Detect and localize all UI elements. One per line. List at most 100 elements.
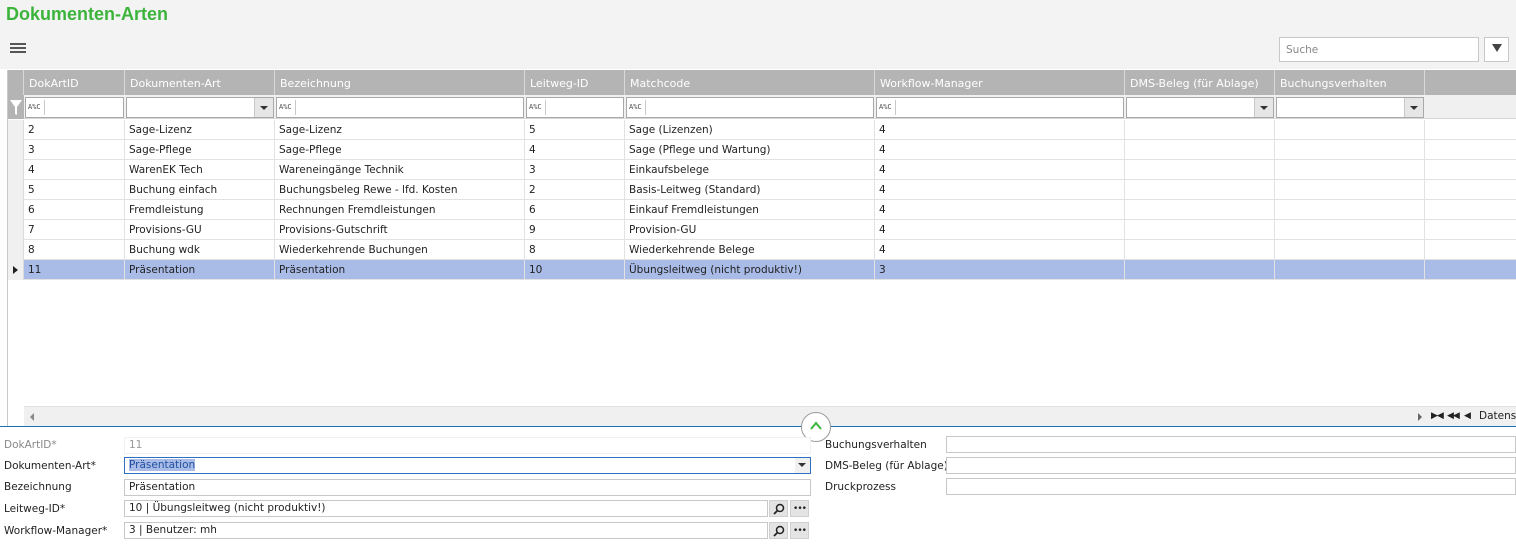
table-cell[interactable]: 4 bbox=[525, 140, 625, 160]
column-header-dokumenten-art[interactable]: Dokumenten-Art bbox=[125, 70, 275, 95]
table-cell[interactable]: Einkaufsbelege bbox=[625, 160, 875, 180]
column-header-dms-beleg[interactable]: DMS-Beleg (für Ablage) bbox=[1125, 70, 1275, 95]
filter-workflow-manager[interactable]: A%C bbox=[876, 97, 1124, 118]
leitweg-search-button[interactable] bbox=[769, 500, 788, 517]
form-field-workflow-manager[interactable]: 3 | Benutzer: mh bbox=[124, 522, 768, 539]
table-cell[interactable]: Wareneingänge Technik bbox=[275, 160, 525, 180]
table-cell[interactable]: Präsentation bbox=[125, 260, 275, 280]
table-cell[interactable]: 3 bbox=[24, 140, 125, 160]
table-cell[interactable]: 3 bbox=[875, 260, 1125, 280]
table-cell[interactable]: 2 bbox=[525, 180, 625, 200]
chevron-down-icon[interactable] bbox=[1254, 98, 1273, 117]
filter-operator-icon[interactable]: A%C bbox=[529, 103, 542, 111]
table-cell[interactable] bbox=[1425, 260, 1516, 280]
filter-bezeichnung[interactable]: A%C bbox=[276, 97, 524, 118]
chevron-down-icon[interactable] bbox=[254, 98, 273, 117]
table-cell[interactable]: Basis-Leitweg (Standard) bbox=[625, 180, 875, 200]
table-cell[interactable] bbox=[1275, 160, 1425, 180]
table-cell[interactable] bbox=[1275, 220, 1425, 240]
table-cell[interactable]: Einkauf Fremdleistungen bbox=[625, 200, 875, 220]
table-cell[interactable]: Buchung einfach bbox=[125, 180, 275, 200]
workflow-search-button[interactable] bbox=[769, 522, 788, 539]
table-cell[interactable]: 6 bbox=[24, 200, 125, 220]
table-row[interactable]: 5 Buchung einfach Buchungsbeleg Rewe - lfd… bbox=[8, 180, 1516, 200]
form-value-dokumenten-art[interactable]: Präsentation bbox=[129, 459, 196, 471]
table-cell[interactable]: 2 bbox=[24, 120, 125, 140]
table-cell[interactable]: 4 bbox=[875, 120, 1125, 140]
filter-operator-icon[interactable]: A%C bbox=[279, 103, 292, 111]
table-cell[interactable]: 5 bbox=[525, 120, 625, 140]
form-field-dokumenten-art[interactable]: Präsentation bbox=[124, 457, 811, 474]
table-cell[interactable] bbox=[1125, 180, 1275, 200]
form-field-dms-beleg[interactable] bbox=[946, 457, 1516, 474]
table-cell[interactable] bbox=[1125, 240, 1275, 260]
table-row[interactable]: 3 Sage-Pflege Sage-Pflege 4 Sage (Pflege und… bbox=[8, 140, 1516, 160]
table-cell[interactable] bbox=[1425, 160, 1516, 180]
table-cell[interactable] bbox=[1275, 140, 1425, 160]
table-cell[interactable] bbox=[1275, 260, 1425, 280]
table-cell[interactable]: Provisions-Gutschrift bbox=[275, 220, 525, 240]
table-cell[interactable]: Sage-Lizenz bbox=[125, 120, 275, 140]
table-cell[interactable]: Fremdleistung bbox=[125, 200, 275, 220]
leitweg-more-button[interactable]: ••• bbox=[790, 500, 809, 517]
table-cell[interactable]: 3 bbox=[525, 160, 625, 180]
column-header-bezeichnung[interactable]: Bezeichnung bbox=[275, 70, 525, 95]
filter-dropdown-button[interactable] bbox=[1484, 37, 1509, 62]
table-cell[interactable] bbox=[1425, 180, 1516, 200]
table-cell[interactable] bbox=[1425, 140, 1516, 160]
table-cell[interactable]: Sage (Lizenzen) bbox=[625, 120, 875, 140]
table-row[interactable]: 4 WarenEK Tech Wareneingänge Technik 3 Einka… bbox=[8, 160, 1516, 180]
table-cell[interactable]: Provisions-GU bbox=[125, 220, 275, 240]
table-cell[interactable]: WarenEK Tech bbox=[125, 160, 275, 180]
table-cell[interactable] bbox=[1275, 180, 1425, 200]
table-cell[interactable]: 5 bbox=[24, 180, 125, 200]
table-cell[interactable] bbox=[1425, 220, 1516, 240]
table-cell[interactable] bbox=[1125, 200, 1275, 220]
row-selector[interactable] bbox=[8, 120, 24, 140]
table-cell[interactable]: 4 bbox=[875, 180, 1125, 200]
table-cell[interactable]: 9 bbox=[525, 220, 625, 240]
table-cell[interactable] bbox=[1125, 220, 1275, 240]
table-cell[interactable] bbox=[1275, 200, 1425, 220]
previous-record-icon[interactable]: ◀ bbox=[1464, 411, 1471, 421]
row-selector[interactable] bbox=[8, 240, 24, 260]
table-cell[interactable]: Präsentation bbox=[275, 260, 525, 280]
table-row[interactable]: 7 Provisions-GU Provisions-Gutschrift 9 Prov… bbox=[8, 220, 1516, 240]
table-cell[interactable]: Sage-Pflege bbox=[125, 140, 275, 160]
filter-dms-beleg[interactable] bbox=[1126, 97, 1274, 118]
row-selector[interactable] bbox=[8, 180, 24, 200]
filter-operator-icon[interactable]: A%C bbox=[629, 103, 642, 111]
filter-operator-icon[interactable]: A%C bbox=[879, 103, 892, 111]
table-cell[interactable]: 4 bbox=[875, 240, 1125, 260]
table-cell[interactable] bbox=[1125, 160, 1275, 180]
table-cell[interactable]: Provision-GU bbox=[625, 220, 875, 240]
workflow-more-button[interactable]: ••• bbox=[790, 522, 809, 539]
form-field-leitweg-id[interactable]: 10 | Übungsleitweg (nicht produktiv!) bbox=[124, 500, 768, 517]
table-cell[interactable] bbox=[1125, 120, 1275, 140]
form-field-bezeichnung[interactable]: Präsentation bbox=[124, 479, 811, 496]
table-cell[interactable]: Übungsleitweg (nicht produktiv!) bbox=[625, 260, 875, 280]
filter-operator-icon[interactable]: A%C bbox=[28, 103, 41, 111]
row-selector[interactable] bbox=[8, 220, 24, 240]
table-cell[interactable]: Buchungsbeleg Rewe - lfd. Kosten bbox=[275, 180, 525, 200]
previous-page-icon[interactable]: ◀◀ bbox=[1447, 411, 1460, 421]
chevron-down-icon[interactable] bbox=[1404, 98, 1423, 117]
table-cell[interactable] bbox=[1425, 240, 1516, 260]
table-cell[interactable]: 4 bbox=[875, 200, 1125, 220]
row-selector[interactable] bbox=[8, 140, 24, 160]
table-cell[interactable] bbox=[1425, 200, 1516, 220]
form-field-buchungsverhalten[interactable] bbox=[946, 436, 1516, 453]
column-header-matchcode[interactable]: Matchcode bbox=[625, 70, 875, 95]
row-selector[interactable] bbox=[8, 160, 24, 180]
table-cell[interactable] bbox=[1425, 120, 1516, 140]
table-cell[interactable]: 4 bbox=[875, 160, 1125, 180]
filter-leitweg-id[interactable]: A%C bbox=[526, 97, 624, 118]
table-cell[interactable]: 7 bbox=[24, 220, 125, 240]
table-cell[interactable]: 8 bbox=[24, 240, 125, 260]
table-cell[interactable]: Sage-Lizenz bbox=[275, 120, 525, 140]
table-cell[interactable]: Buchung wdk bbox=[125, 240, 275, 260]
first-record-icon[interactable]: ▶◀ bbox=[1431, 411, 1444, 421]
table-cell[interactable]: 4 bbox=[24, 160, 125, 180]
table-cell[interactable]: Sage-Pflege bbox=[275, 140, 525, 160]
table-cell[interactable] bbox=[1125, 260, 1275, 280]
